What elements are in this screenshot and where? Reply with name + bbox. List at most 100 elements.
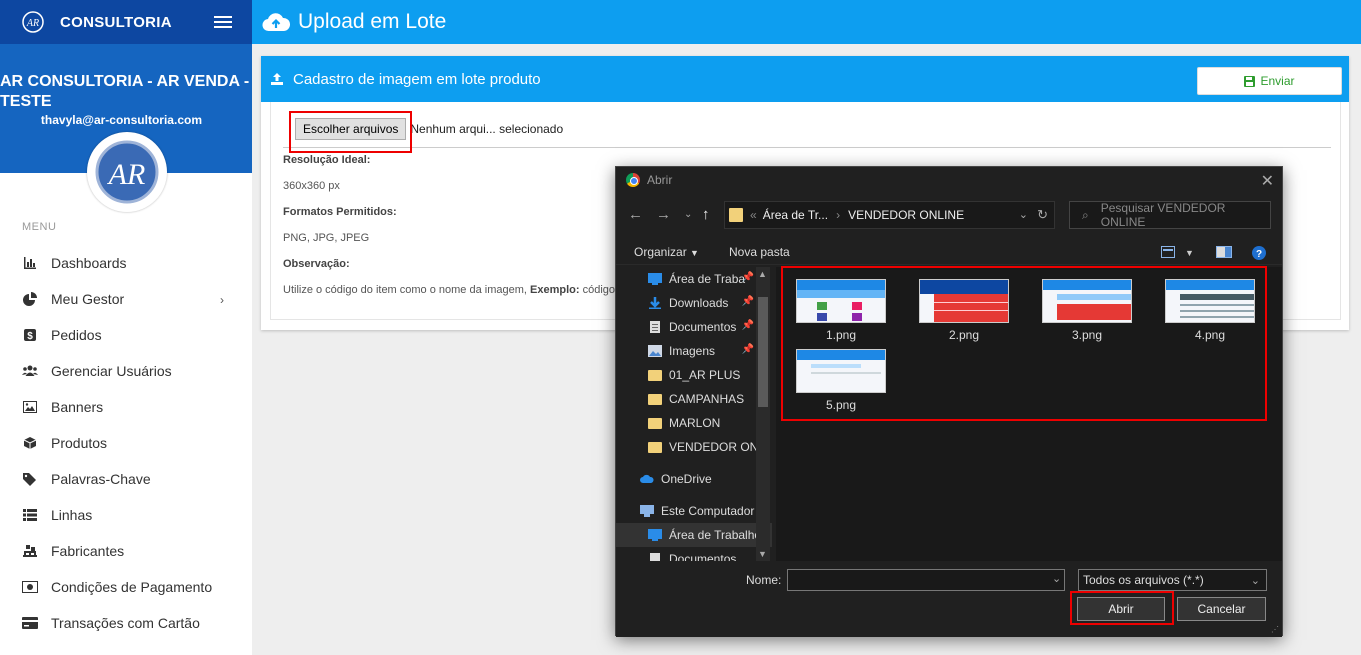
dialog-toolbar: Organizar ▼ Nova pasta ▼ ? [616, 239, 1282, 265]
tree-item-label: MARLON [669, 416, 721, 430]
scroll-up-icon[interactable]: ▲ [758, 269, 767, 279]
cancel-button[interactable]: Cancelar [1177, 597, 1266, 621]
path-segment[interactable]: Área de Tr... [763, 208, 828, 222]
new-folder-button[interactable]: Nova pasta [729, 245, 790, 259]
send-button[interactable]: Enviar [1197, 67, 1342, 95]
scroll-down-icon[interactable]: ▼ [758, 549, 767, 559]
file-type-value: Todos os arquivos (*.*) [1083, 573, 1204, 587]
path-overflow-icon: « [750, 208, 757, 222]
sidebar-item-label: Linhas [51, 507, 93, 523]
brand-name: CONSULTORIA [60, 13, 172, 31]
sidebar-item-gerenciar-usuarios[interactable]: Gerenciar Usuários [0, 353, 252, 389]
dollar-icon: $ [22, 327, 38, 343]
sidebar-item-transacoes-com-cartao[interactable]: Transações com Cartão [0, 605, 252, 641]
sidebar-item-label: Produtos [51, 435, 108, 451]
view-dropdown-icon[interactable]: ▼ [1185, 248, 1194, 258]
chevron-right-icon: › [220, 293, 224, 307]
bar-chart-icon [22, 255, 38, 271]
sidebar-item-fabricantes[interactable]: Fabricantes [0, 533, 252, 569]
panel-title: Cadastro de imagem em lote produto [293, 70, 541, 88]
tree-item-downloads[interactable]: Downloads 📌 [616, 291, 772, 315]
sidebar-item-dashboards[interactable]: Dashboards [0, 245, 252, 281]
search-placeholder: Pesquisar VENDEDOR ONLINE [1100, 201, 1226, 229]
address-bar[interactable]: « Área de Tr... › VENDEDOR ONLINE ⌄ ↻ [724, 201, 1055, 229]
desktop-icon [648, 273, 662, 285]
formats-value: PNG, JPG, JPEG [283, 232, 370, 244]
svg-text:AR: AR [107, 158, 146, 191]
hamburger-menu-icon[interactable] [214, 16, 232, 30]
tree-item-label: VENDEDOR ONL [669, 440, 766, 454]
tree-item-area-de-trabalho-selected[interactable]: Área de Trabalho [616, 523, 772, 547]
tree-item-vendedor-online[interactable]: VENDEDOR ONL [616, 435, 772, 459]
tree-item-imagens[interactable]: Imagens 📌 [616, 339, 772, 363]
tree-item-area-de-trabalho[interactable]: Área de Traba 📌 [616, 267, 772, 291]
sidebar-item-meu-gestor[interactable]: Meu Gestor › [0, 281, 252, 317]
preview-pane-icon[interactable] [1216, 246, 1232, 261]
tree-item-label: Documentos [669, 552, 737, 561]
folder-icon [648, 442, 662, 453]
folder-icon [648, 370, 662, 381]
tree-item-label: 01_AR PLUS [669, 368, 741, 382]
pie-chart-icon [22, 291, 38, 307]
resize-grip-icon[interactable]: ⋰ [1271, 625, 1279, 634]
tree-scrollbar[interactable]: ▲ ▼ [756, 267, 770, 561]
sidebar-item-linhas[interactable]: Linhas [0, 497, 252, 533]
file-name-label: Nome: [746, 573, 782, 587]
tree-item-label: Imagens [669, 344, 716, 358]
sidebar-item-pedidos[interactable]: $ Pedidos [0, 317, 252, 353]
panel-header: Cadastro de imagem em lote produto Envia… [261, 56, 1349, 102]
pin-icon: 📌 [741, 320, 754, 331]
sidebar-item-label: Dashboards [51, 255, 127, 271]
resolution-label: Resolução Ideal: [283, 154, 370, 166]
sidebar-item-banners[interactable]: Banners [0, 389, 252, 425]
sidebar-menu: Dashboards Meu Gestor › $ Pedidos Gerenc… [0, 245, 252, 641]
sidebar-item-label: Gerenciar Usuários [51, 363, 172, 379]
search-input[interactable]: ⌕ Pesquisar VENDEDOR ONLINE [1069, 201, 1271, 229]
refresh-icon[interactable]: ↻ [1037, 207, 1048, 223]
search-icon: ⌕ [1082, 207, 1089, 222]
view-options-icon[interactable] [1161, 246, 1175, 261]
tree-item-01-ar-plus[interactable]: 01_AR PLUS [616, 363, 772, 387]
back-arrow-icon[interactable]: ← [628, 206, 643, 223]
resolution-value: 360x360 px [283, 180, 340, 192]
close-icon[interactable]: ✕ [1261, 171, 1274, 191]
page-title: Upload em Lote [298, 10, 447, 33]
sidebar-item-palavras-chave[interactable]: Palavras-Chave [0, 461, 252, 497]
file-name-input[interactable] [787, 569, 1065, 591]
send-button-label: Enviar [1260, 74, 1295, 88]
profile-section: AR CONSULTORIA - AR VENDA - TESTE thavyl… [0, 44, 252, 212]
organize-menu[interactable]: Organizar ▼ [634, 245, 699, 259]
path-segment-current[interactable]: VENDEDOR ONLINE [848, 208, 964, 222]
desktop-icon [648, 529, 662, 541]
credit-card-icon [22, 615, 38, 631]
open-file-dialog: Abrir ✕ ← → ⌄ ↑ « Área de Tr... › VENDED… [615, 166, 1283, 637]
svg-text:$: $ [27, 331, 33, 342]
tree-item-documentos[interactable]: Documentos 📌 [616, 315, 772, 339]
tree-item-campanhas[interactable]: CAMPANHAS [616, 387, 772, 411]
page-header: Upload em Lote [252, 0, 1361, 44]
chevron-down-icon[interactable]: ⌄ [1019, 208, 1028, 221]
up-arrow-icon[interactable]: ↑ [702, 206, 710, 223]
cloud-upload-icon [262, 13, 290, 32]
save-icon [1244, 75, 1256, 87]
sidebar-item-produtos[interactable]: Produtos [0, 425, 252, 461]
pallet-icon [22, 543, 38, 559]
tree-item-onedrive[interactable]: OneDrive [616, 467, 772, 491]
tree-item-label: Documentos [669, 320, 737, 334]
help-icon[interactable]: ? [1252, 246, 1266, 263]
tree-item-marlon[interactable]: MARLON [616, 411, 772, 435]
recent-dropdown-icon[interactable]: ⌄ [684, 209, 692, 220]
folder-icon [648, 418, 662, 429]
tree-item-este-computador[interactable]: Este Computador [616, 499, 772, 523]
pictures-icon [648, 345, 662, 357]
sidebar-item-condicoes-de-pagamento[interactable]: Condições de Pagamento [0, 569, 252, 605]
chevron-down-icon[interactable]: ⌄ [1052, 572, 1061, 585]
example-label: Exemplo: [530, 284, 580, 296]
image-icon [22, 399, 38, 415]
avatar[interactable]: AR [87, 132, 167, 212]
forward-arrow-icon[interactable]: → [656, 206, 671, 223]
document-icon [650, 553, 660, 561]
scrollbar-thumb[interactable] [758, 297, 768, 407]
tree-item-documentos-2[interactable]: Documentos [616, 547, 772, 561]
file-type-select[interactable]: Todos os arquivos (*.*) ⌄ [1078, 569, 1267, 591]
